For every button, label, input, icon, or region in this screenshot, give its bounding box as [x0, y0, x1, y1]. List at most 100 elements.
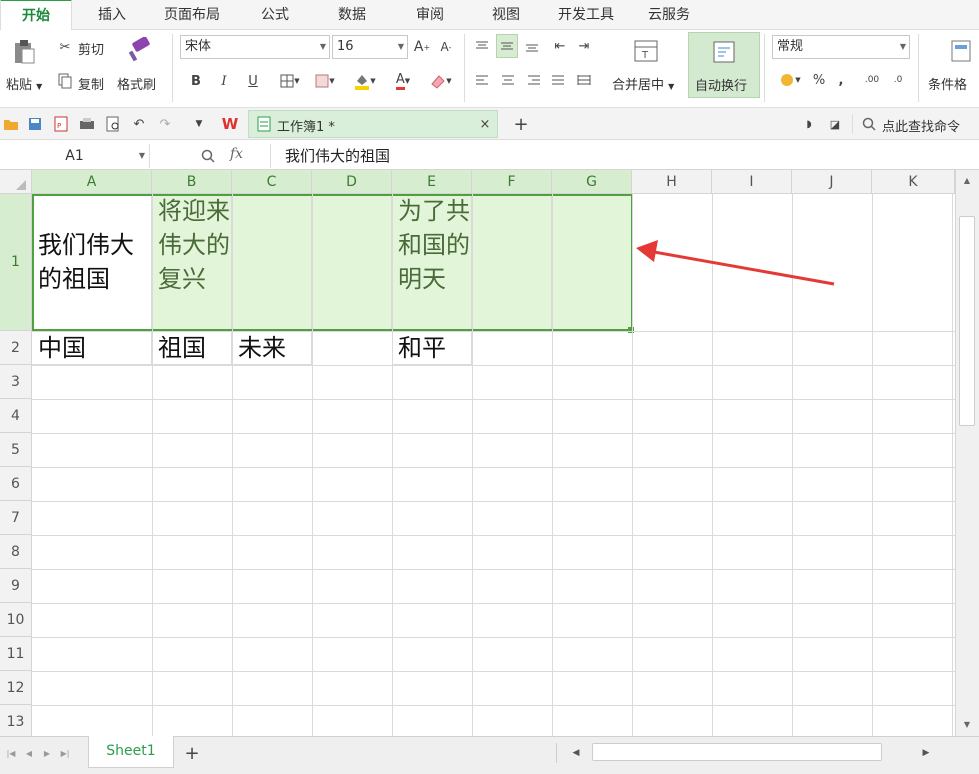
- indent-increase-icon[interactable]: ⇥: [574, 36, 594, 56]
- align-right-icon[interactable]: [524, 70, 544, 90]
- decrease-decimal-icon[interactable]: .0: [888, 70, 908, 90]
- column-header-j[interactable]: J: [792, 170, 872, 194]
- column-header-h[interactable]: H: [632, 170, 712, 194]
- tab-formulas[interactable]: 公式: [261, 0, 289, 30]
- column-header-e[interactable]: E: [392, 170, 472, 194]
- close-icon[interactable]: ×: [477, 115, 493, 133]
- column-header-g[interactable]: G: [552, 170, 632, 194]
- vertical-scrollbar[interactable]: ▲ ▼: [955, 170, 979, 736]
- tab-developer[interactable]: 开发工具: [558, 0, 614, 30]
- row-header-11[interactable]: 11: [0, 637, 32, 671]
- scroll-up-icon[interactable]: ▲: [958, 172, 976, 188]
- tab-view[interactable]: 视图: [492, 0, 520, 30]
- tab-page-layout[interactable]: 页面布局: [164, 0, 220, 30]
- increase-font-icon[interactable]: A +: [412, 36, 432, 58]
- merge-center-icon[interactable]: T: [632, 38, 660, 64]
- row-header-10[interactable]: 10: [0, 603, 32, 637]
- number-format-select[interactable]: 常规 ▼: [772, 35, 910, 59]
- align-left-icon[interactable]: [472, 70, 492, 90]
- save-icon[interactable]: [26, 115, 44, 133]
- last-sheet-icon[interactable]: ▶|: [58, 745, 72, 761]
- sheet-tab-sheet1[interactable]: Sheet1: [88, 736, 174, 768]
- increase-decimal-icon[interactable]: .00: [862, 70, 882, 90]
- bold-icon[interactable]: B: [186, 70, 206, 92]
- decrease-font-icon[interactable]: A-: [436, 36, 456, 58]
- conditional-format-button[interactable]: 条件格: [928, 74, 967, 93]
- horizontal-scroll-thumb[interactable]: [592, 743, 882, 761]
- distributed-icon[interactable]: [574, 70, 594, 90]
- search-icon[interactable]: [860, 115, 878, 133]
- first-sheet-icon[interactable]: |◀: [4, 745, 18, 761]
- currency-icon[interactable]: ▼: [774, 70, 806, 90]
- tab-start[interactable]: 开始: [0, 0, 72, 30]
- scroll-left-icon[interactable]: ◀: [568, 744, 584, 762]
- row-header-4[interactable]: 4: [0, 399, 32, 433]
- border-icon[interactable]: ▼: [276, 70, 304, 92]
- next-sheet-icon[interactable]: ▶: [40, 745, 54, 761]
- row-header-13[interactable]: 13: [0, 705, 32, 736]
- row-header-7[interactable]: 7: [0, 501, 32, 535]
- row-header-3[interactable]: 3: [0, 365, 32, 399]
- percent-icon[interactable]: %: [810, 70, 828, 90]
- clear-format-icon[interactable]: ▼: [426, 70, 456, 92]
- undo-icon[interactable]: ↶: [130, 115, 148, 133]
- print-icon[interactable]: [78, 115, 96, 133]
- align-top-icon[interactable]: [472, 36, 492, 56]
- tab-insert[interactable]: 插入: [98, 0, 126, 30]
- feedback-icon[interactable]: ◪: [826, 115, 844, 133]
- open-icon[interactable]: [2, 115, 20, 133]
- print-preview-icon[interactable]: [104, 115, 122, 133]
- column-header-a[interactable]: A: [32, 170, 152, 194]
- tab-review[interactable]: 审阅: [416, 0, 444, 30]
- column-header-f[interactable]: F: [472, 170, 552, 194]
- zoom-icon[interactable]: [198, 146, 218, 166]
- indent-decrease-icon[interactable]: ⇤: [550, 36, 570, 56]
- customize-qat-icon[interactable]: ▼: [190, 115, 208, 133]
- font-color-icon[interactable]: A ▼: [388, 70, 418, 92]
- skin-icon[interactable]: ◗: [800, 115, 818, 133]
- font-name-select[interactable]: 宋体 ▼: [180, 35, 330, 59]
- column-header-d[interactable]: D: [312, 170, 392, 194]
- tab-data[interactable]: 数据: [338, 0, 366, 30]
- prev-sheet-icon[interactable]: ◀: [22, 745, 36, 761]
- format-painter-icon[interactable]: [126, 36, 154, 64]
- name-box[interactable]: A1 ▼: [0, 144, 150, 168]
- row-header-6[interactable]: 6: [0, 467, 32, 501]
- select-all-corner[interactable]: [0, 170, 32, 194]
- column-header-c[interactable]: C: [232, 170, 312, 194]
- align-middle-icon[interactable]: [496, 34, 518, 58]
- row-header-8[interactable]: 8: [0, 535, 32, 569]
- italic-icon[interactable]: I: [214, 70, 234, 92]
- row-header-1[interactable]: 1: [0, 194, 32, 331]
- scroll-right-icon[interactable]: ▶: [918, 744, 934, 762]
- scroll-down-icon[interactable]: ▼: [958, 716, 976, 732]
- row-header-2[interactable]: 2: [0, 331, 32, 365]
- row-header-12[interactable]: 12: [0, 671, 32, 705]
- scroll-thumb[interactable]: [959, 216, 975, 426]
- column-header-b[interactable]: B: [152, 170, 232, 194]
- cell-style-icon[interactable]: ▼: [310, 70, 340, 92]
- merge-center-button[interactable]: 合并居中 ▼: [612, 74, 674, 93]
- column-header-k[interactable]: K: [872, 170, 955, 194]
- row-header-9[interactable]: 9: [0, 569, 32, 603]
- command-search[interactable]: 点此查找命令: [882, 116, 960, 135]
- wps-logo-icon[interactable]: W: [218, 114, 242, 134]
- conditional-format-icon[interactable]: [948, 38, 974, 64]
- copy-icon[interactable]: [56, 72, 74, 90]
- add-sheet-icon[interactable]: +: [182, 743, 202, 764]
- align-bottom-icon[interactable]: [522, 36, 542, 56]
- tab-cloud[interactable]: 云服务: [648, 0, 690, 30]
- paste-icon[interactable]: [10, 38, 38, 66]
- cut-button[interactable]: 剪切: [78, 39, 104, 58]
- copy-button[interactable]: 复制: [78, 74, 104, 93]
- comma-icon[interactable]: ,: [834, 70, 848, 90]
- wrap-text-button[interactable]: 自动换行: [688, 32, 760, 98]
- format-painter-button[interactable]: 格式刷: [117, 74, 156, 93]
- document-tab[interactable]: 工作簿1 * ×: [248, 110, 498, 138]
- paste-button[interactable]: 粘贴 ▼: [6, 74, 42, 93]
- justify-icon[interactable]: [548, 70, 568, 90]
- row-header-5[interactable]: 5: [0, 433, 32, 467]
- align-center-icon[interactable]: [498, 70, 518, 90]
- export-pdf-icon[interactable]: P: [52, 115, 70, 133]
- font-size-select[interactable]: 16 ▼: [332, 35, 408, 59]
